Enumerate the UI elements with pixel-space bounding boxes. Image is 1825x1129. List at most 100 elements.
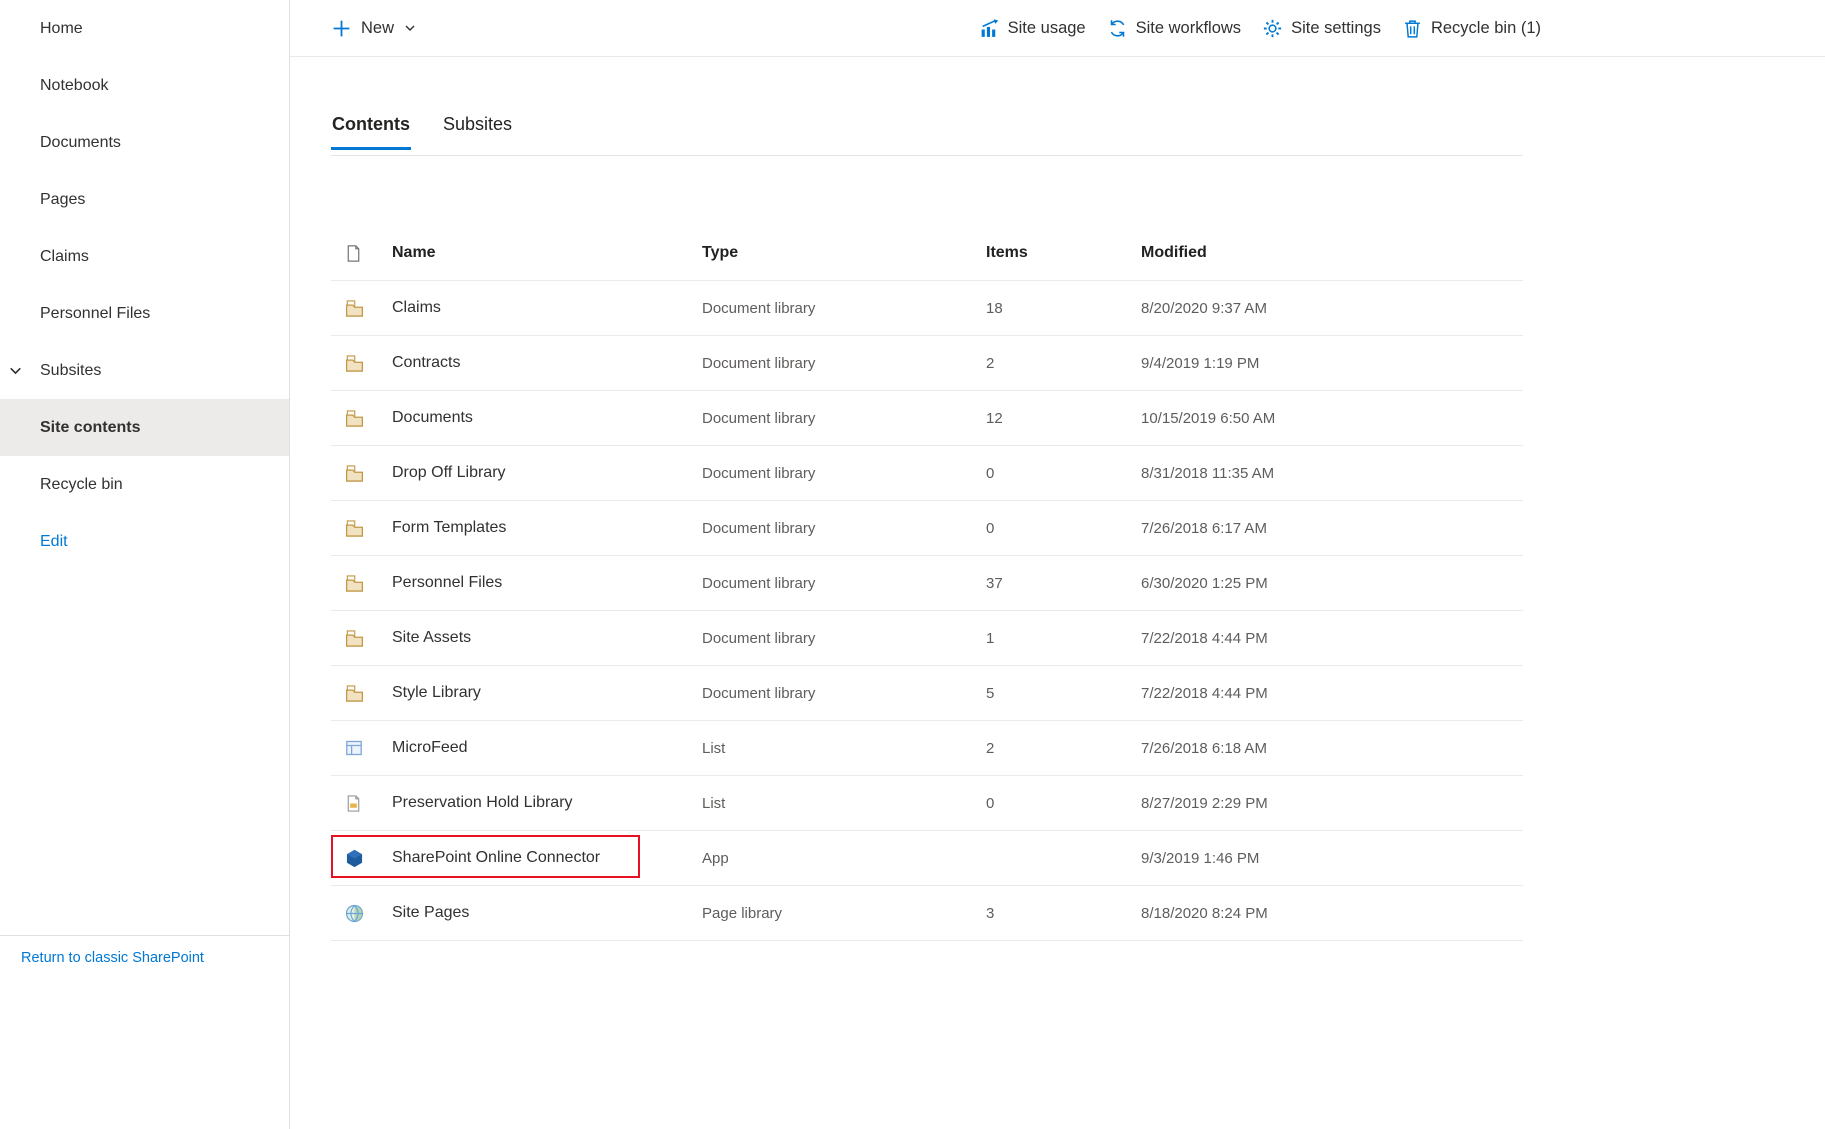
item-modified: 6/30/2020 1:25 PM: [1141, 575, 1523, 592]
new-button-label: New: [361, 19, 394, 38]
site-contents-page: Home Notebook Documents Pages Claims Personne…: [0, 0, 1825, 1129]
sidebar-item-label: Home: [40, 20, 83, 38]
sidebar-item-edit[interactable]: Edit: [0, 513, 289, 570]
library-icon: [331, 518, 392, 539]
item-name-link[interactable]: Style Library: [392, 684, 702, 702]
column-header-modified[interactable]: Modified: [1141, 244, 1523, 262]
item-name-link[interactable]: Site Pages: [392, 904, 702, 922]
sidebar-footer: Return to classic SharePoint: [0, 935, 289, 967]
list-icon: [331, 738, 392, 758]
library-icon: [331, 298, 392, 319]
tab-subsites[interactable]: Subsites: [442, 112, 513, 155]
item-count: 0: [986, 465, 1141, 482]
sidebar-item-claims[interactable]: Claims: [0, 228, 289, 285]
item-count: 1: [986, 630, 1141, 647]
app-icon: [331, 848, 392, 869]
table-row-form-templates[interactable]: Form TemplatesDocument library07/26/2018…: [331, 501, 1523, 556]
recycle-bin-1-button[interactable]: Recycle bin (1): [1402, 18, 1541, 39]
item-count: 2: [986, 355, 1141, 372]
document-icon: [331, 244, 392, 263]
item-type: Document library: [702, 575, 986, 592]
sidebar-item-personnel-files[interactable]: Personnel Files: [0, 285, 289, 342]
site-workflows-button[interactable]: Site workflows: [1107, 18, 1241, 39]
contents-table: Name Type Items Modified ClaimsDocument …: [331, 226, 1523, 941]
column-header-name[interactable]: Name: [392, 244, 702, 262]
sidebar-item-label: Edit: [40, 533, 68, 551]
table-body: ClaimsDocument library188/20/2020 9:37 A…: [331, 281, 1523, 941]
action-label: Recycle bin (1): [1431, 19, 1541, 38]
item-name-link[interactable]: Contracts: [392, 354, 702, 372]
item-count: 5: [986, 685, 1141, 702]
sidebar-item-home[interactable]: Home: [0, 0, 289, 57]
table-row-drop-off-library[interactable]: Drop Off LibraryDocument library08/31/20…: [331, 446, 1523, 501]
item-name-link[interactable]: Drop Off Library: [392, 464, 702, 482]
table-row-site-pages[interactable]: Site PagesPage library38/18/2020 8:24 PM: [331, 886, 1523, 941]
library-icon: [331, 353, 392, 374]
table-row-claims[interactable]: ClaimsDocument library188/20/2020 9:37 A…: [331, 281, 1523, 336]
item-modified: 7/26/2018 6:18 AM: [1141, 740, 1523, 757]
sidebar-item-label: Notebook: [40, 77, 109, 95]
item-type: Document library: [702, 410, 986, 427]
sidebar-item-subsites[interactable]: Subsites: [0, 342, 289, 399]
table-row-style-library[interactable]: Style LibraryDocument library57/22/2018 …: [331, 666, 1523, 721]
site-usage-button[interactable]: Site usage: [979, 18, 1086, 39]
item-name-link[interactable]: Documents: [392, 409, 702, 427]
item-modified: 8/27/2019 2:29 PM: [1141, 795, 1523, 812]
table-row-microfeed[interactable]: MicroFeedList27/26/2018 6:18 AM: [331, 721, 1523, 776]
item-name-link[interactable]: Preservation Hold Library: [392, 794, 702, 812]
trash-icon: [1402, 18, 1423, 39]
sidebar-item-label: Documents: [40, 134, 121, 152]
column-header-items[interactable]: Items: [986, 244, 1141, 262]
action-label: Site settings: [1291, 19, 1381, 38]
item-modified: 9/4/2019 1:19 PM: [1141, 355, 1523, 372]
sidebar: Home Notebook Documents Pages Claims Personne…: [0, 0, 290, 1129]
sidebar-item-label: Subsites: [40, 362, 101, 380]
sidebar-item-label: Claims: [40, 248, 89, 266]
item-name-link[interactable]: Form Templates: [392, 519, 702, 537]
command-bar: New Site usage Site workflows Site setting…: [290, 0, 1825, 57]
item-count: 37: [986, 575, 1141, 592]
table-row-site-assets[interactable]: Site AssetsDocument library17/22/2018 4:…: [331, 611, 1523, 666]
library-icon: [331, 628, 392, 649]
site-settings-button[interactable]: Site settings: [1262, 18, 1381, 39]
plus-icon: [331, 18, 352, 39]
sidebar-item-pages[interactable]: Pages: [0, 171, 289, 228]
chevron-down-icon: [403, 21, 417, 35]
item-type: Document library: [702, 355, 986, 372]
sidebar-item-site-contents[interactable]: Site contents: [0, 399, 289, 456]
item-modified: 9/3/2019 1:46 PM: [1141, 850, 1523, 867]
item-modified: 7/22/2018 4:44 PM: [1141, 685, 1523, 702]
sidebar-nav: Home Notebook Documents Pages Claims Personne…: [0, 0, 289, 570]
item-count: 12: [986, 410, 1141, 427]
item-name-link[interactable]: Site Assets: [392, 629, 702, 647]
table-row-personnel-files[interactable]: Personnel FilesDocument library376/30/20…: [331, 556, 1523, 611]
item-name-link[interactable]: Claims: [392, 299, 702, 317]
doc-hold-icon: [331, 794, 392, 813]
action-label: Site workflows: [1136, 19, 1241, 38]
main-content: New Site usage Site workflows Site setting…: [290, 0, 1825, 1129]
new-button[interactable]: New: [331, 18, 417, 39]
item-count: 3: [986, 905, 1141, 922]
item-type: Document library: [702, 520, 986, 537]
item-count: 0: [986, 520, 1141, 537]
chevron-down-icon[interactable]: [7, 362, 24, 379]
item-name-link[interactable]: Personnel Files: [392, 574, 702, 592]
return-to-classic-link[interactable]: Return to classic SharePoint: [21, 950, 204, 966]
item-name-link[interactable]: MicroFeed: [392, 739, 702, 757]
item-name-link[interactable]: SharePoint Online Connector: [392, 849, 702, 867]
sidebar-item-documents[interactable]: Documents: [0, 114, 289, 171]
item-type: Page library: [702, 905, 986, 922]
sidebar-item-notebook[interactable]: Notebook: [0, 57, 289, 114]
tab-contents[interactable]: Contents: [331, 112, 411, 155]
item-modified: 10/15/2019 6:50 AM: [1141, 410, 1523, 427]
item-type: List: [702, 795, 986, 812]
table-row-contracts[interactable]: ContractsDocument library29/4/2019 1:19 …: [331, 336, 1523, 391]
item-type: Document library: [702, 630, 986, 647]
sidebar-item-label: Pages: [40, 191, 85, 209]
table-row-documents[interactable]: DocumentsDocument library1210/15/2019 6:…: [331, 391, 1523, 446]
table-row-sharepoint-online-connector[interactable]: SharePoint Online ConnectorApp9/3/2019 1…: [331, 831, 1523, 886]
sidebar-item-recycle-bin[interactable]: Recycle bin: [0, 456, 289, 513]
column-header-type[interactable]: Type: [702, 244, 986, 262]
sidebar-item-label: Site contents: [40, 419, 140, 437]
table-row-preservation-hold-library[interactable]: Preservation Hold LibraryList08/27/2019 …: [331, 776, 1523, 831]
